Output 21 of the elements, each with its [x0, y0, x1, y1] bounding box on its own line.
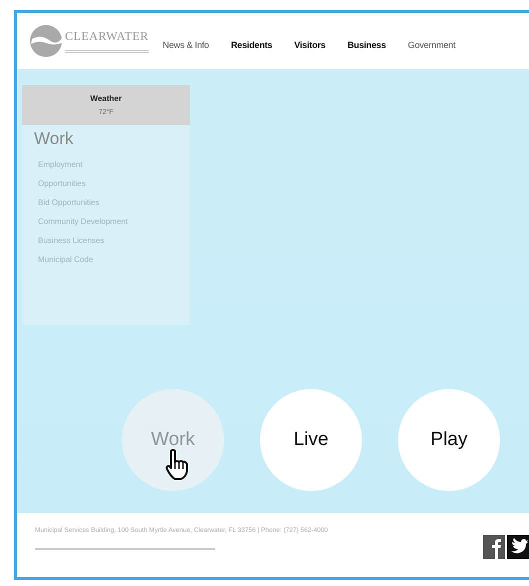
hand-cursor-icon — [164, 449, 190, 481]
weather-label: Weather — [90, 94, 122, 103]
sidebar-link[interactable]: Business Licenses — [22, 231, 190, 250]
circle-button[interactable]: Play — [398, 389, 500, 491]
logo-text[interactable]: CLEARWATER — [65, 29, 149, 53]
sidebar-link[interactable]: Community Development — [22, 212, 190, 231]
sidebar-link[interactable]: Opportunities — [22, 174, 190, 193]
circle-button[interactable]: Live — [260, 389, 362, 491]
circle-button[interactable]: Work — [122, 389, 224, 491]
wave-logo-icon — [29, 24, 63, 58]
nav-link[interactable]: Residents — [231, 40, 272, 50]
nav-link[interactable]: Business — [347, 40, 386, 50]
bird-icon[interactable] — [507, 535, 529, 559]
nav-link[interactable]: Visitors — [294, 40, 326, 50]
sidebar-link[interactable]: Bid Opportunities — [22, 193, 190, 212]
nav-link[interactable]: Government — [408, 40, 456, 50]
sidebar-heading: Work — [33, 128, 74, 150]
sidebar-link[interactable]: Employment — [22, 155, 190, 174]
sidebar-link[interactable]: Municipal Code — [22, 250, 190, 269]
facebook-icon[interactable] — [483, 535, 505, 559]
nav-link[interactable]: News & Info — [162, 40, 209, 50]
